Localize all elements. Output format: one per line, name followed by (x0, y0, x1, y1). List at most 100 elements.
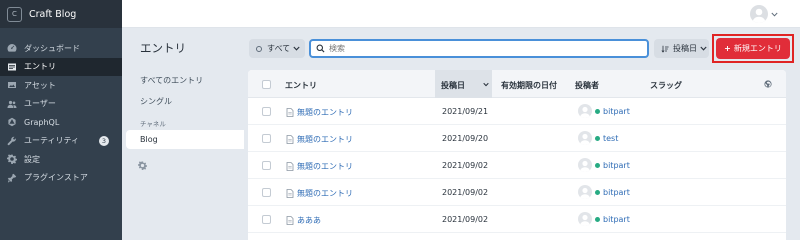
column-header-title[interactable]: エントリ (285, 80, 317, 91)
table-header: エントリ 投稿日 有効期限の日付 投稿者 スラッグ (248, 70, 786, 98)
nav-item-assets[interactable]: アセット (0, 76, 122, 95)
nav-item-users[interactable]: ユーザー (0, 95, 122, 114)
author-status-dot (595, 136, 600, 141)
table-row[interactable]: 無題のエントリ 2021/09/21 bitpart (248, 98, 786, 125)
globe-icon[interactable] (764, 80, 772, 88)
post-date-cell: 2021/09/20 (442, 134, 489, 143)
nav-item-settings[interactable]: 設定 (0, 150, 122, 169)
post-date-cell: 2021/09/02 (442, 215, 489, 224)
author-link[interactable]: bitpart (603, 161, 630, 170)
document-icon (286, 162, 294, 171)
user-silhouette-icon (580, 106, 590, 118)
table-row[interactable]: 無題のエントリ 2021/09/02 bitpart (248, 179, 786, 206)
sort-button[interactable]: 投稿日 (654, 39, 709, 58)
author-avatar (578, 212, 592, 226)
user-silhouette-icon (752, 8, 766, 23)
search-input[interactable] (329, 44, 629, 53)
table-row[interactable]: あああ 2021/09/02 bitpart (248, 206, 786, 233)
chevron-down-icon (700, 46, 707, 51)
select-all-checkbox[interactable] (262, 80, 271, 89)
document-icon (286, 189, 294, 198)
entry-title-link[interactable]: 無題のエントリ (286, 161, 353, 172)
nav-item-plugin-store[interactable]: プラグインストア (0, 169, 122, 188)
author-status-dot (595, 217, 600, 222)
source-all-entries[interactable]: すべてのエントリ (140, 75, 203, 86)
utilities-icon (7, 136, 16, 145)
status-filter-button[interactable]: すべて (249, 39, 305, 58)
account-menu[interactable] (750, 5, 778, 23)
column-header-slug[interactable]: スラッグ (650, 80, 682, 91)
assets-icon (8, 82, 16, 89)
plugin-store-icon (7, 173, 17, 183)
sort-label: 投稿日 (673, 44, 697, 53)
nav-item-label: ユーザー (24, 99, 56, 109)
author-link[interactable]: bitpart (603, 188, 630, 197)
author-avatar (578, 158, 592, 172)
plus-icon: + (724, 44, 731, 53)
entry-title-link[interactable]: あああ (286, 215, 321, 226)
author-status-dot (595, 163, 600, 168)
new-entry-label: 新規エントリ (733, 44, 782, 53)
gear-icon[interactable] (138, 161, 147, 170)
graphql-icon (8, 118, 16, 127)
author-avatar (578, 131, 592, 145)
author-status-dot (595, 109, 600, 114)
document-icon (286, 108, 294, 117)
row-checkbox[interactable] (262, 215, 271, 224)
search-field[interactable] (309, 39, 649, 58)
source-singles[interactable]: シングル (140, 96, 172, 107)
entry-title-link[interactable]: 無題のエントリ (286, 107, 353, 118)
user-silhouette-icon (580, 214, 590, 226)
post-date-cell: 2021/09/02 (442, 161, 489, 170)
main-nav: ダッシュボード エントリ アセット ユーザー GraphQL ユーティリティ 3… (0, 28, 122, 187)
nav-item-label: エントリ (24, 62, 56, 72)
nav-item-label: 設定 (24, 154, 40, 164)
source-heading-channels: チャネル (140, 120, 166, 128)
author-link[interactable]: bitpart (603, 107, 630, 116)
status-filter-label: すべて (267, 44, 291, 53)
row-checkbox[interactable] (262, 107, 271, 116)
user-silhouette-icon (580, 187, 590, 199)
utilities-badge: 3 (99, 136, 109, 146)
nav-item-utilities[interactable]: ユーティリティ 3 (0, 132, 122, 151)
dashboard-icon (7, 44, 17, 52)
table-row[interactable]: 無題のエントリ 2021/09/20 test (248, 125, 786, 152)
row-checkbox[interactable] (262, 161, 271, 170)
entry-title-link[interactable]: 無題のエントリ (286, 134, 353, 145)
nav-item-label: GraphQL (24, 117, 60, 127)
sort-icon (661, 45, 669, 53)
status-dot-icon (256, 45, 262, 52)
post-date-cell: 2021/09/02 (442, 188, 489, 197)
nav-item-dashboard[interactable]: ダッシュボード (0, 39, 122, 58)
nav-item-graphql[interactable]: GraphQL (0, 113, 122, 132)
column-header-post-date[interactable]: 投稿日 (441, 80, 465, 91)
table-row[interactable]: 無題のエントリ 2021/09/02 bitpart (248, 152, 786, 179)
row-checkbox[interactable] (262, 134, 271, 143)
entry-title-link[interactable]: 無題のエントリ (286, 188, 353, 199)
document-icon (286, 135, 294, 144)
author-avatar (578, 185, 592, 199)
document-icon (286, 216, 294, 225)
page-title: エントリ (140, 41, 186, 55)
author-avatar (578, 104, 592, 118)
site-logo: C (7, 6, 22, 22)
chevron-down-icon (293, 46, 300, 51)
row-checkbox[interactable] (262, 188, 271, 197)
column-header-author[interactable]: 投稿者 (575, 80, 599, 91)
site-brand[interactable]: C Craft Blog (0, 0, 122, 28)
global-header (122, 0, 800, 28)
column-header-expiry-date[interactable]: 有効期限の日付 (501, 80, 557, 91)
nav-item-label: ダッシュボード (24, 43, 80, 53)
user-avatar (750, 5, 768, 23)
nav-item-entries[interactable]: エントリ (0, 57, 122, 76)
author-link[interactable]: bitpart (603, 215, 630, 224)
search-icon (316, 44, 325, 53)
entries-table: エントリ 投稿日 有効期限の日付 投稿者 スラッグ 無題のエントリ 2021/0… (248, 70, 786, 240)
settings-icon (7, 154, 17, 165)
user-silhouette-icon (580, 160, 590, 172)
author-link[interactable]: test (603, 134, 618, 143)
users-icon (7, 100, 17, 108)
new-entry-button[interactable]: + 新規エントリ (716, 38, 790, 59)
author-status-dot (595, 190, 600, 195)
nav-item-label: プラグインストア (24, 173, 88, 183)
